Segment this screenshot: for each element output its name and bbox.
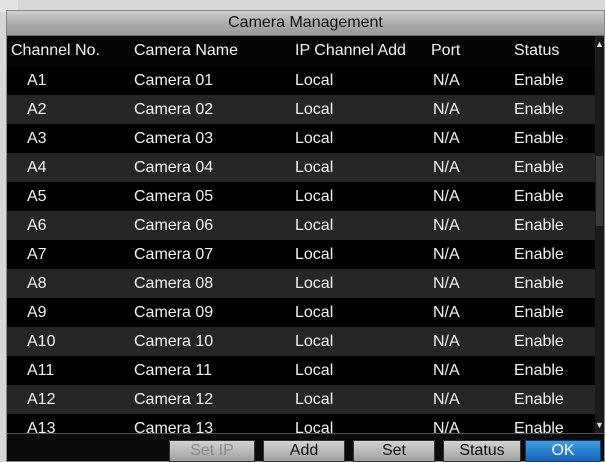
cell-port: N/A	[433, 245, 460, 263]
cell-camera-name: Camera 12	[134, 390, 214, 408]
cell-channel-no: A8	[27, 274, 47, 292]
cell-status: Enable	[514, 303, 564, 321]
cell-port: N/A	[433, 71, 460, 89]
camera-management-dialog: Camera Management Channel No. Camera Nam…	[6, 10, 605, 462]
cell-channel-no: A3	[27, 129, 47, 147]
cell-ip-channel-address: Local	[295, 303, 334, 321]
cell-channel-no: A4	[27, 158, 47, 176]
chevron-down-icon[interactable]: ▼	[595, 419, 604, 431]
ok-button[interactable]: OK	[525, 440, 601, 462]
status-button[interactable]: Status	[443, 440, 521, 462]
cell-status: Enable	[514, 245, 564, 263]
header-status[interactable]: Status	[510, 42, 595, 60]
cell-camera-name: Camera 11	[134, 361, 212, 379]
table-body: A1 Camera 01 Local N/A Enable A2 Camera 02 Loca…	[7, 66, 595, 443]
cell-channel-no: A9	[27, 303, 47, 321]
cell-ip-channel-address: Local	[295, 216, 334, 234]
cell-channel-no: A10	[27, 332, 56, 350]
cell-ip-channel-address: Local	[295, 390, 334, 408]
button-bar: Set IP Add Set Status OK	[7, 433, 604, 462]
header-channel-no[interactable]: Channel No.	[7, 42, 129, 60]
cell-camera-name: Camera 02	[134, 100, 214, 118]
cell-status: Enable	[514, 187, 564, 205]
cell-status: Enable	[514, 274, 564, 292]
cell-camera-name: Camera 05	[134, 187, 214, 205]
cell-camera-name: Camera 08	[134, 274, 214, 292]
cell-ip-channel-address: Local	[295, 332, 334, 350]
cell-status: Enable	[514, 216, 564, 234]
cell-port: N/A	[433, 216, 460, 234]
table-row[interactable]: A11 Camera 11 Local N/A Enable	[7, 356, 595, 385]
cell-ip-channel-address: Local	[295, 274, 334, 292]
cell-status: Enable	[514, 158, 564, 176]
cell-channel-no: A1	[27, 71, 47, 89]
cell-port: N/A	[433, 158, 460, 176]
cell-channel-no: A5	[27, 187, 47, 205]
scrollbar-thumb[interactable]	[596, 156, 603, 226]
cell-status: Enable	[514, 71, 564, 89]
header-port[interactable]: Port	[427, 42, 510, 60]
cell-port: N/A	[433, 129, 460, 147]
table-row[interactable]: A3 Camera 03 Local N/A Enable	[7, 124, 595, 153]
cell-ip-channel-address: Local	[295, 361, 334, 379]
table-row[interactable]: A12 Camera 12 Local N/A Enable	[7, 385, 595, 414]
header-ip-channel-address[interactable]: IP Channel Add	[290, 42, 427, 60]
table-header: Channel No. Camera Name IP Channel Add P…	[7, 36, 595, 66]
cell-camera-name: Camera 04	[134, 158, 214, 176]
table-row[interactable]: A1 Camera 01 Local N/A Enable	[7, 66, 595, 95]
table-scrollbar[interactable]: ▲ ▼	[595, 36, 604, 433]
cell-ip-channel-address: Local	[295, 187, 334, 205]
table-row[interactable]: A7 Camera 07 Local N/A Enable	[7, 240, 595, 269]
chevron-up-icon[interactable]: ▲	[595, 38, 604, 50]
cell-ip-channel-address: Local	[295, 129, 334, 147]
cell-status: Enable	[514, 361, 564, 379]
table-row[interactable]: A4 Camera 04 Local N/A Enable	[7, 153, 595, 182]
add-button[interactable]: Add	[263, 440, 345, 462]
cell-channel-no: A2	[27, 100, 47, 118]
cell-channel-no: A6	[27, 216, 47, 234]
table-row[interactable]: A6 Camera 06 Local N/A Enable	[7, 211, 595, 240]
cell-status: Enable	[514, 129, 564, 147]
cell-status: Enable	[514, 100, 564, 118]
table-row[interactable]: A5 Camera 05 Local N/A Enable	[7, 182, 595, 211]
cell-ip-channel-address: Local	[295, 100, 334, 118]
cell-ip-channel-address: Local	[295, 245, 334, 263]
cell-port: N/A	[433, 274, 460, 292]
table-row[interactable]: A9 Camera 09 Local N/A Enable	[7, 298, 595, 327]
cell-port: N/A	[433, 390, 460, 408]
cell-camera-name: Camera 10	[134, 332, 214, 350]
table-row[interactable]: A2 Camera 02 Local N/A Enable	[7, 95, 595, 124]
cell-channel-no: A12	[27, 390, 56, 408]
cell-port: N/A	[433, 303, 460, 321]
table-row[interactable]: A8 Camera 08 Local N/A Enable	[7, 269, 595, 298]
header-camera-name[interactable]: Camera Name	[129, 42, 290, 60]
cell-camera-name: Camera 06	[134, 216, 214, 234]
cell-camera-name: Camera 03	[134, 129, 214, 147]
set-button[interactable]: Set	[353, 440, 435, 462]
cell-status: Enable	[514, 390, 564, 408]
cell-port: N/A	[433, 361, 460, 379]
table-row[interactable]: A10 Camera 10 Local N/A Enable	[7, 327, 595, 356]
cell-ip-channel-address: Local	[295, 158, 334, 176]
cell-port: N/A	[433, 332, 460, 350]
cell-camera-name: Camera 01	[134, 71, 214, 89]
dialog-title: Camera Management	[7, 11, 604, 36]
cell-channel-no: A7	[27, 245, 47, 263]
cell-port: N/A	[433, 100, 460, 118]
cell-ip-channel-address: Local	[295, 71, 334, 89]
cell-status: Enable	[514, 332, 564, 350]
set-ip-button[interactable]: Set IP	[169, 440, 255, 462]
cell-channel-no: A11	[27, 361, 55, 379]
cell-camera-name: Camera 07	[134, 245, 214, 263]
cell-port: N/A	[433, 187, 460, 205]
cell-camera-name: Camera 09	[134, 303, 214, 321]
camera-table: Channel No. Camera Name IP Channel Add P…	[7, 36, 595, 443]
